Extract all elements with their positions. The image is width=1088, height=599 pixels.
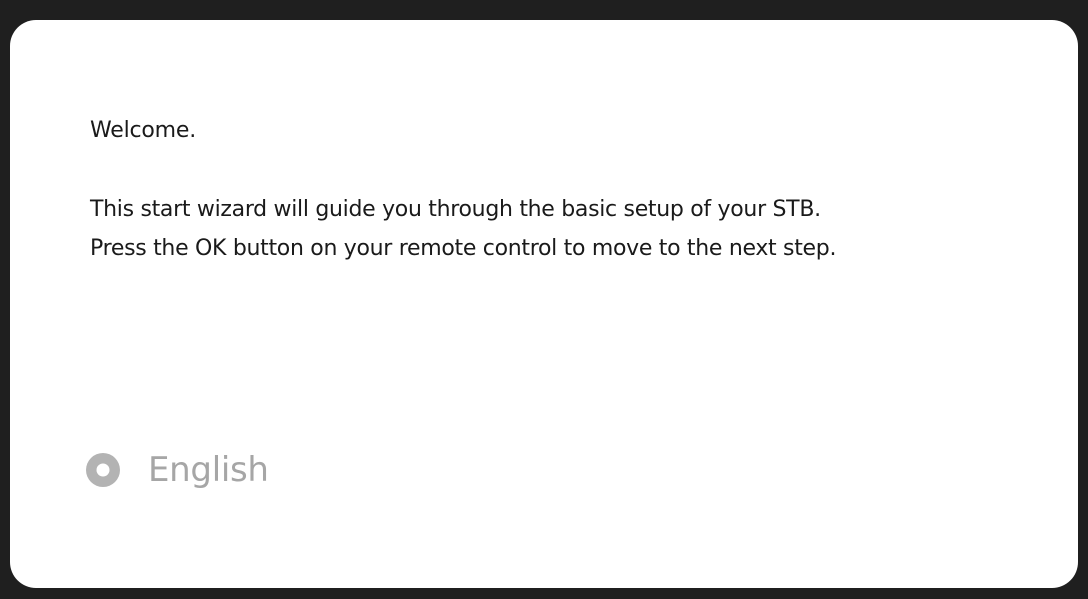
language-label: English bbox=[148, 450, 269, 490]
screen-frame: Welcome. This start wizard will guide yo… bbox=[0, 0, 1088, 599]
wizard-description: This start wizard will guide you through… bbox=[90, 190, 836, 268]
description-line-1: This start wizard will guide you through… bbox=[90, 197, 821, 222]
wizard-panel: Welcome. This start wizard will guide yo… bbox=[10, 20, 1078, 588]
description-line-2: Press the OK button on your remote contr… bbox=[90, 236, 837, 261]
welcome-heading: Welcome. bbox=[90, 118, 197, 143]
radio-selected-icon bbox=[86, 453, 120, 487]
language-option-english[interactable]: English bbox=[86, 446, 269, 494]
